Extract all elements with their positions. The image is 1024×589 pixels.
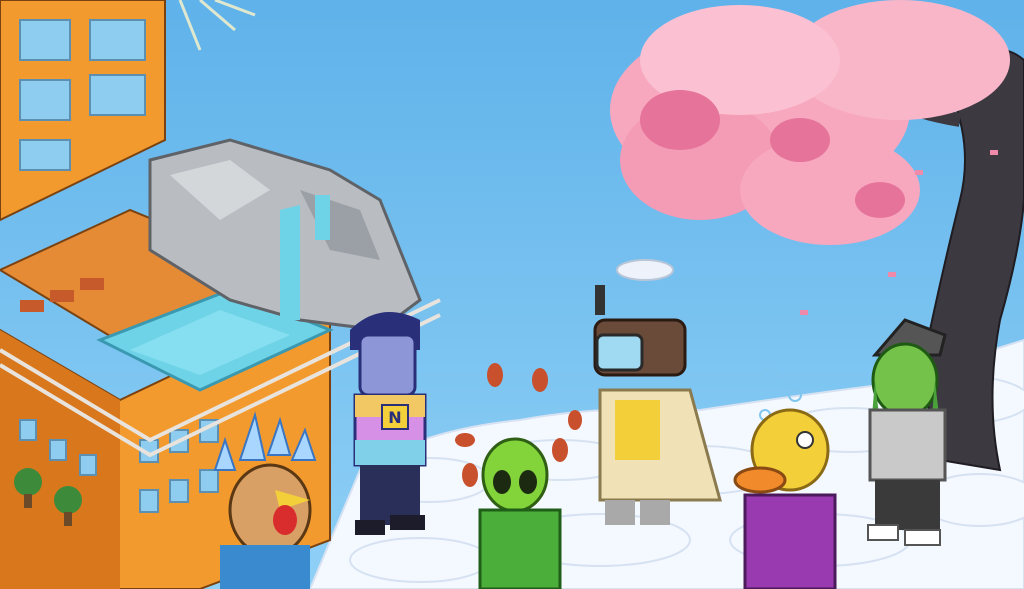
avatar-rainbow-shirt[interactable]: N xyxy=(350,312,427,535)
shirt-letter: N xyxy=(388,408,401,427)
avatar-green-elf[interactable] xyxy=(867,318,947,546)
scene-canvas: N xyxy=(0,0,1024,589)
game-scene: N xyxy=(0,0,1024,589)
